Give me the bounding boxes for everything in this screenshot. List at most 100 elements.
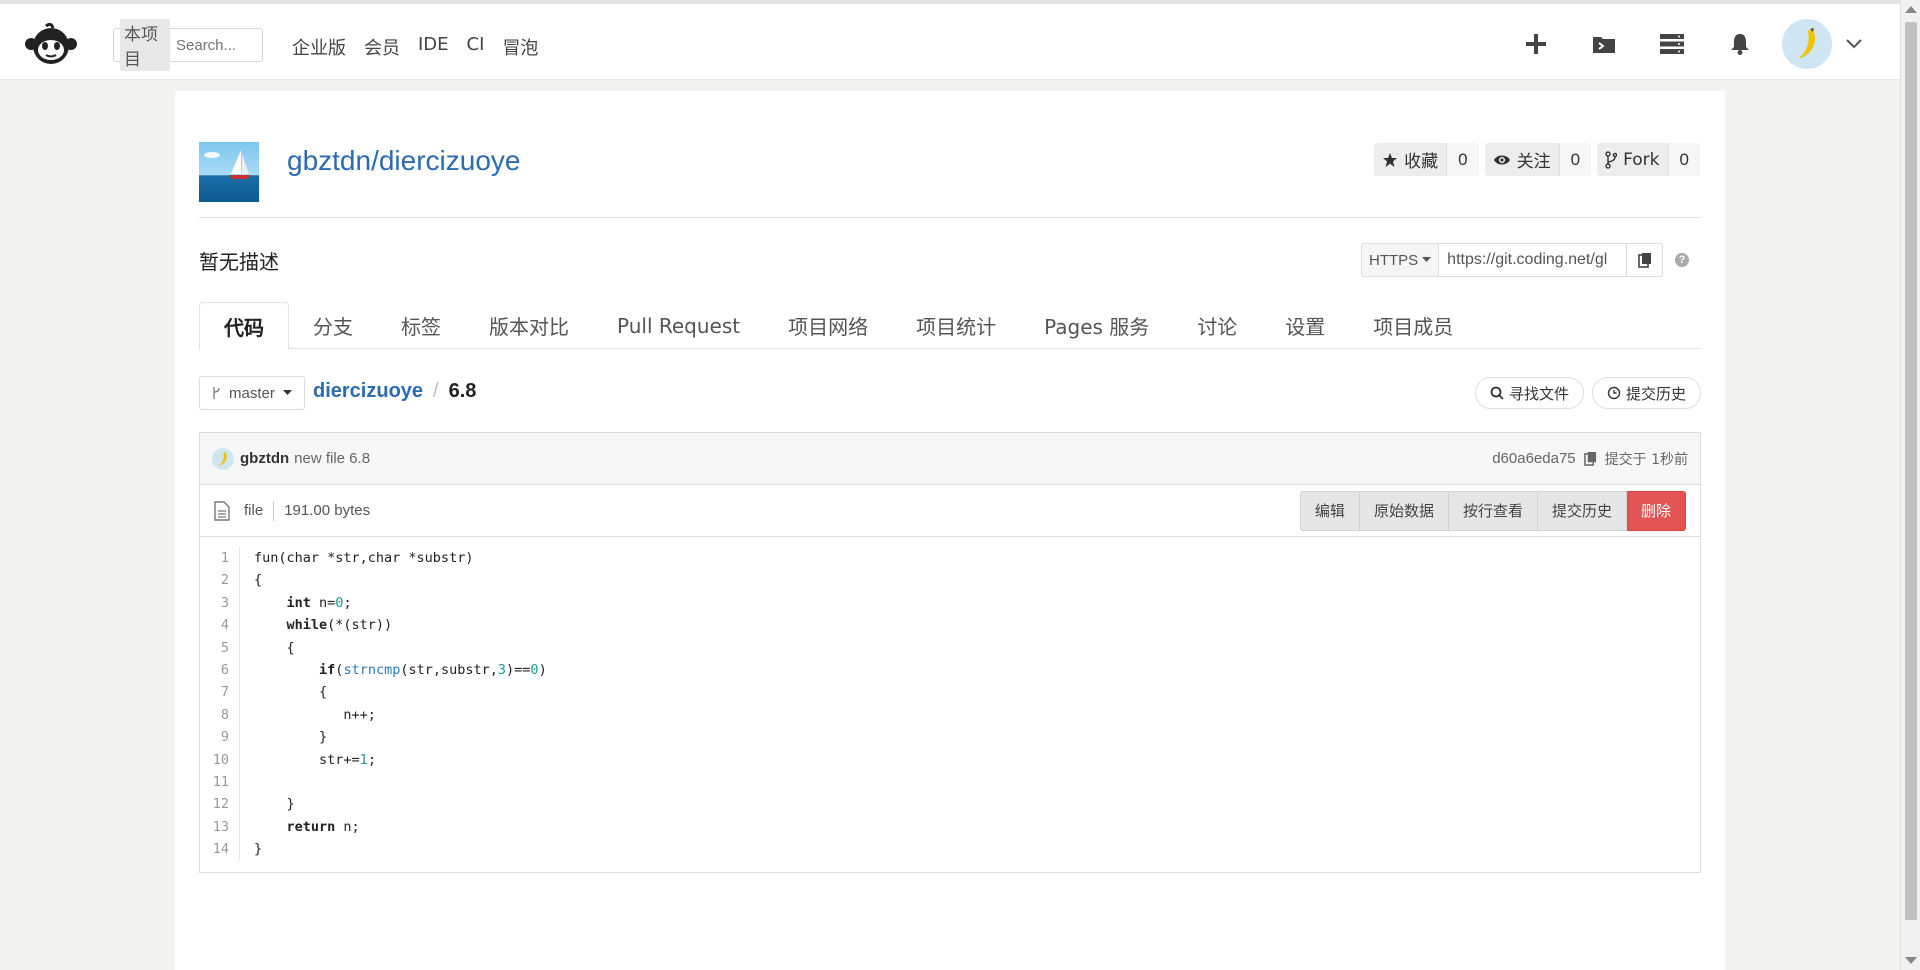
file-button-group: 编辑 原始数据 按行查看 提交历史 删除 [1299, 490, 1686, 531]
vertical-scrollbar[interactable] [1900, 0, 1920, 970]
server-list-icon[interactable] [1638, 16, 1706, 72]
search-scope-tag[interactable]: 本项目 [120, 19, 170, 71]
scroll-up-arrow-icon[interactable] [1905, 6, 1917, 13]
star-icon [1383, 152, 1398, 167]
nav-link-ide[interactable]: IDE [416, 34, 451, 60]
clone-url-field[interactable]: https://git.coding.net/gl [1439, 243, 1628, 277]
search-icon [1490, 386, 1504, 400]
watch-label-wrap: 关注 [1484, 143, 1559, 176]
tab-code[interactable]: 代码 [199, 302, 289, 350]
nav-link-enterprise[interactable]: 企业版 [290, 34, 348, 60]
protocol-dropdown[interactable]: HTTPS [1361, 243, 1440, 277]
file-viewer: gbztdn new file 6.8 d60a6eda75 提交于 1秒前 f… [199, 432, 1701, 873]
commit-hash[interactable]: d60a6eda75 [1492, 450, 1575, 467]
find-file-label: 寻找文件 [1508, 384, 1569, 403]
scroll-down-arrow-icon[interactable] [1905, 957, 1917, 964]
line-number: 10 [212, 751, 229, 768]
help-icon[interactable]: ? [1675, 253, 1689, 267]
chevron-down-icon[interactable] [1832, 16, 1876, 72]
search-input[interactable] [176, 36, 256, 54]
line-number: 9 [220, 729, 229, 746]
code-line: return n; [286, 818, 360, 835]
clock-icon [1607, 386, 1621, 400]
code-line: str+=1; [254, 751, 376, 768]
code-line: { [254, 684, 328, 701]
tab-network[interactable]: 项目网络 [764, 302, 892, 349]
file-nav-buttons: 寻找文件 提交历史 [1474, 377, 1701, 409]
last-commit-bar: gbztdn new file 6.8 d60a6eda75 提交于 1秒前 [200, 433, 1700, 485]
file-info-bar: file 191.00 bytes 编辑 原始数据 按行查看 提交历史 删除 [200, 485, 1700, 537]
history-button[interactable]: 提交历史 [1537, 490, 1627, 531]
tab-tags[interactable]: 标签 [377, 302, 465, 349]
tab-pages[interactable]: Pages 服务 [1020, 302, 1173, 349]
nav-link-bubble[interactable]: 冒泡 [500, 34, 540, 60]
commit-time: 提交于 1秒前 [1604, 451, 1688, 468]
fork-icon [1605, 150, 1618, 169]
watch-count: 0 [1558, 143, 1592, 176]
coding-logo-icon[interactable] [22, 22, 80, 66]
watch-button[interactable]: 关注 0 [1484, 143, 1592, 176]
star-label: 收藏 [1404, 152, 1439, 172]
copy-icon [1637, 253, 1651, 268]
project-card: gbztdn/diercizuoye 收藏 0 关注 0 Fork 0 暂无描述 [175, 91, 1725, 970]
star-button[interactable]: 收藏 0 [1374, 143, 1479, 176]
commit-author[interactable]: gbztdn [240, 450, 289, 467]
tab-members[interactable]: 项目成员 [1349, 302, 1477, 349]
commit-history-button[interactable]: 提交历史 [1591, 377, 1701, 409]
plus-icon[interactable] [1502, 16, 1570, 72]
search-box[interactable]: 本项目 [113, 19, 263, 71]
line-number: 1 [220, 550, 229, 566]
line-number: 7 [220, 684, 229, 701]
divider [273, 500, 275, 521]
line-number: 6 [220, 661, 229, 678]
tab-compare[interactable]: 版本对比 [465, 302, 593, 349]
delete-button[interactable]: 删除 [1626, 490, 1686, 531]
bell-icon[interactable] [1706, 16, 1774, 72]
find-file-button[interactable]: 寻找文件 [1474, 377, 1584, 409]
tab-branches[interactable]: 分支 [289, 302, 377, 349]
breadcrumb: diercizuoye / 6.8 [313, 380, 476, 403]
copy-url-button[interactable] [1627, 243, 1664, 277]
nav-link-member[interactable]: 会员 [362, 34, 402, 60]
terminal-folder-icon[interactable] [1570, 16, 1638, 72]
project-title[interactable]: gbztdn/diercizuoye [287, 145, 520, 177]
edit-button[interactable]: 编辑 [1299, 490, 1360, 531]
line-number: 4 [220, 617, 229, 634]
code-line: { [254, 572, 263, 589]
tab-pull-request[interactable]: Pull Request [593, 302, 764, 349]
user-avatar[interactable] [1782, 19, 1832, 69]
top-navbar: 本项目 企业版 会员 IDE CI 冒泡 [0, 0, 1900, 80]
code-line: n++; [254, 706, 376, 723]
project-avatar[interactable] [199, 142, 259, 202]
branch-selector[interactable]: master [199, 376, 305, 410]
tab-discussion[interactable]: 讨论 [1173, 302, 1261, 349]
nav-link-ci[interactable]: CI [465, 34, 487, 60]
copy-icon[interactable] [1583, 451, 1597, 466]
code-line: { [254, 639, 295, 656]
tab-stats[interactable]: 项目统计 [892, 302, 1020, 349]
line-number: 12 [212, 796, 229, 813]
line-number: 14 [212, 841, 229, 858]
file-mode: file [244, 502, 264, 519]
line-numbers: 1 2 3 4 5 6 7 8 9 10 11 12 13 14 [200, 547, 240, 861]
scrollbar-thumb[interactable] [1905, 22, 1917, 920]
project-tabs: 代码 分支 标签 版本对比 Pull Request 项目网络 项目统计 Pag… [199, 302, 1701, 350]
fork-button[interactable]: Fork 0 [1597, 143, 1700, 176]
breadcrumb-repo[interactable]: diercizuoye [313, 380, 423, 403]
line-number: 5 [220, 639, 229, 656]
line-number: 3 [220, 594, 229, 611]
commit-history-label: 提交历史 [1625, 384, 1686, 403]
commit-author-avatar[interactable] [212, 447, 234, 470]
raw-button[interactable]: 原始数据 [1359, 490, 1449, 531]
tab-settings[interactable]: 设置 [1261, 302, 1349, 349]
code-line: while(*(str)) [286, 617, 393, 634]
blame-button[interactable]: 按行查看 [1448, 490, 1538, 531]
top-right-icons [1502, 16, 1880, 72]
code-line: } [254, 729, 328, 746]
code-line: int n=0; [286, 594, 352, 611]
commit-message[interactable]: new file 6.8 [294, 450, 370, 467]
code-lines: fun(char *str,char *substr) { int n=0; wh… [240, 547, 547, 860]
file-size: 191.00 bytes [284, 502, 371, 519]
branch-icon [213, 387, 220, 399]
